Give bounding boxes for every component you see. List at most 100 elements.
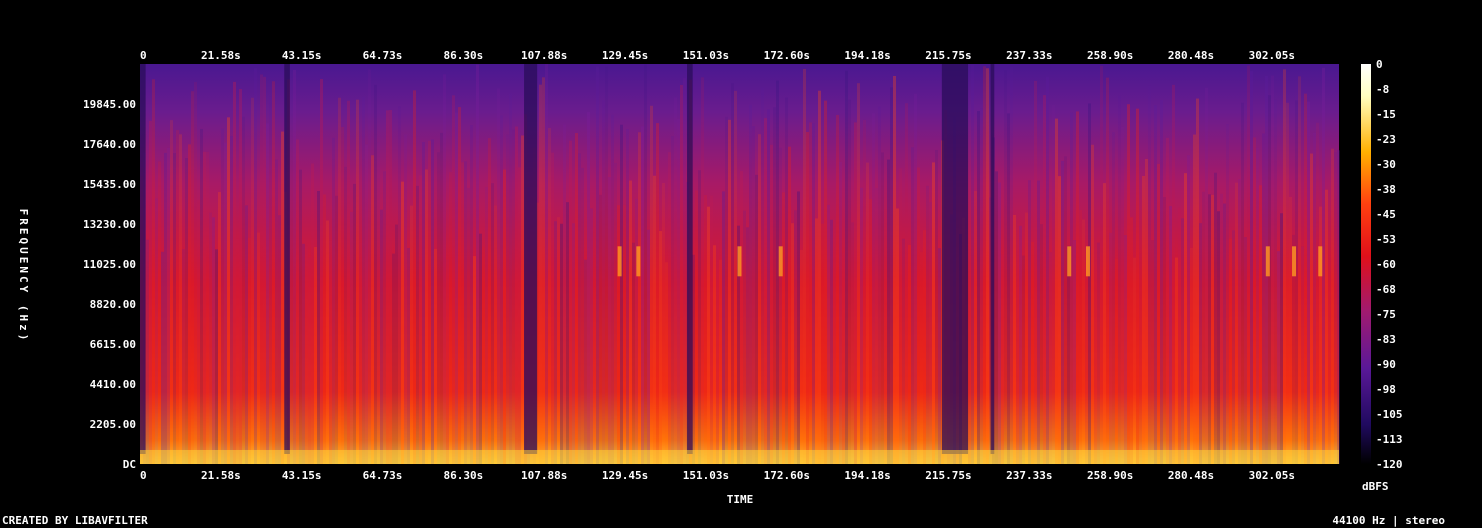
- spectrogram-column: [422, 142, 425, 464]
- spectrogram-column: [758, 134, 761, 465]
- spectrogram-column: [773, 107, 776, 465]
- x-tick-label: 258.90s: [1087, 49, 1133, 62]
- spectrogram-column: [890, 87, 893, 465]
- spectrogram-column: [515, 126, 518, 464]
- spectrogram-column: [464, 161, 467, 464]
- spectrogram-column: [872, 113, 875, 465]
- x-tick-label: 280.48s: [1168, 49, 1214, 62]
- spectrogram-column: [665, 262, 668, 464]
- y-tick-label: 19845.00: [83, 98, 136, 111]
- spectrogram-column: [1295, 100, 1298, 464]
- spectrogram-column: [188, 144, 191, 464]
- x-tick-label: 107.88s: [521, 469, 567, 482]
- spectrogram-column: [917, 167, 920, 464]
- spectrogram-column: [614, 162, 617, 464]
- spectrogram-column: [1175, 257, 1178, 464]
- spectrogram-column: [1232, 230, 1235, 464]
- spectrogram-column: [1091, 144, 1094, 464]
- spectrogram-column: [386, 110, 389, 464]
- spectrogram-column: [503, 169, 506, 464]
- spectrogram-column: [809, 122, 812, 464]
- x-tick-label: 0: [140, 469, 147, 482]
- spectrogram-column: [293, 69, 296, 464]
- spectrogram-column: [791, 223, 794, 464]
- spectrogram-column: [1337, 150, 1340, 464]
- y-tick-label: DC: [123, 458, 136, 471]
- spectrogram-column: [854, 122, 857, 464]
- spectrogram-column: [860, 187, 863, 464]
- spectrogram-column: [1139, 253, 1142, 464]
- spectrogram-column: [803, 68, 806, 465]
- colorbar-tick-label: -60: [1376, 258, 1396, 271]
- spectrogram-column: [1178, 207, 1181, 464]
- spectrogram-column: [233, 81, 236, 464]
- spectrogram-column: [1049, 252, 1052, 464]
- spectrogram-column: [575, 133, 578, 465]
- spectrogram-column: [608, 177, 611, 464]
- spectrogram-column: [296, 139, 299, 464]
- spectrogram-column: [806, 132, 809, 464]
- y-tick-label: 11025.00: [83, 258, 136, 271]
- spectrogram-column: [257, 232, 260, 464]
- spectrogram-column: [1217, 211, 1220, 464]
- spectrogram-column: [779, 147, 782, 464]
- spectrogram-column: [206, 151, 209, 464]
- spectrogram-column: [221, 128, 224, 465]
- spectrogram-column: [383, 171, 386, 464]
- spectrogram-column: [368, 69, 371, 465]
- peak-mark: [1067, 246, 1072, 277]
- spectrogram-column: [1196, 98, 1199, 465]
- spectrogram-column: [1328, 255, 1331, 464]
- spectrogram-column: [1193, 134, 1196, 464]
- spectrogram-column: [623, 204, 626, 465]
- spectrogram-column: [278, 215, 281, 464]
- spectrogram-column: [314, 246, 317, 464]
- spectrogram-column: [227, 117, 230, 464]
- spectrogram-column: [800, 249, 803, 464]
- spectrogram-column: [413, 90, 416, 464]
- spectrogram-column: [1226, 124, 1229, 464]
- spectrogram-column: [674, 97, 677, 464]
- x-tick-label: 129.45s: [602, 469, 648, 482]
- peak-mark: [737, 246, 742, 277]
- spectrogram-column: [719, 259, 722, 464]
- spectrogram-column: [185, 158, 188, 465]
- spectrogram-plot: [140, 64, 1340, 465]
- spectrogram-column: [269, 96, 272, 465]
- spectrogram-column: [701, 77, 704, 464]
- spectrogram-column: [410, 205, 413, 464]
- colorbar-gradient: [1361, 64, 1371, 464]
- spectrogram-column: [470, 125, 473, 465]
- spectrogram-column: [704, 194, 707, 464]
- spectrogram-column: [731, 83, 734, 465]
- spectrogram-column: [578, 153, 581, 464]
- spectrogram-column: [290, 77, 293, 464]
- spectrogram-column: [479, 233, 482, 464]
- spectrogram-column: [452, 95, 455, 464]
- spectrogram-column: [1094, 230, 1097, 464]
- spectrogram-column: [194, 82, 197, 465]
- spectrogram-column: [416, 185, 419, 464]
- x-tick-label: 21.58s: [201, 469, 241, 482]
- spectrogram-column: [335, 195, 338, 465]
- spectrogram-column: [680, 84, 683, 464]
- spectrogram-column: [998, 182, 1001, 464]
- spectrogram-column: [398, 106, 401, 465]
- spectrogram-column: [323, 194, 326, 465]
- spectrogram-column: [497, 88, 500, 464]
- spectrogram-column: [914, 93, 917, 465]
- spectrogram-column: [830, 219, 833, 464]
- spectrogram-column: [344, 166, 347, 465]
- spectrogram-column: [794, 210, 797, 464]
- spectrogram-column: [893, 75, 896, 465]
- spectrogram-column: [359, 242, 362, 464]
- spectrogram-column: [1286, 102, 1289, 465]
- spectrogram-column: [617, 205, 620, 464]
- spectrogram-column: [1025, 212, 1028, 464]
- spectrogram-column: [1283, 69, 1286, 465]
- quiet-segment: [941, 64, 969, 454]
- spectrogram-column: [494, 205, 497, 464]
- spectrogram-column: [212, 217, 215, 464]
- x-tick-label: 194.18s: [844, 469, 890, 482]
- spectrogram-column: [818, 90, 821, 465]
